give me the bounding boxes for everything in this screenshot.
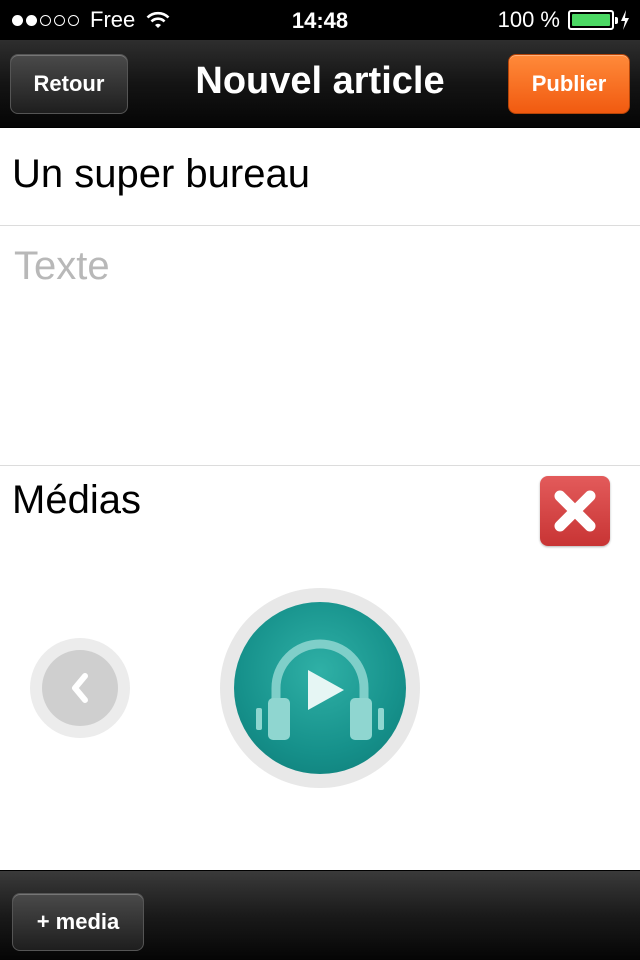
headphones-play-icon [256, 639, 384, 740]
article-title-input[interactable]: Un super bureau [0, 128, 640, 226]
delete-media-button[interactable] [540, 476, 610, 546]
navigation-bar: Retour Nouvel article Publier [0, 40, 640, 128]
close-icon [554, 490, 596, 532]
previous-media-button[interactable] [30, 638, 130, 738]
audio-media-item[interactable] [220, 588, 420, 788]
publish-button[interactable]: Publier [508, 54, 630, 114]
article-text-input[interactable]: Texte [0, 226, 640, 466]
add-media-button[interactable]: + media [12, 893, 144, 951]
battery-percent: 100 % [497, 7, 560, 32]
charging-bolt-icon [621, 10, 629, 30]
status-bar: Free 14:48 100 % [0, 0, 640, 40]
text-placeholder: Texte [14, 244, 110, 288]
media-section-label: Médias [12, 478, 141, 522]
chevron-left-icon [72, 673, 88, 703]
status-right: 100 % [498, 7, 630, 33]
battery-icon [568, 10, 618, 30]
bottom-toolbar: + media [0, 870, 640, 960]
